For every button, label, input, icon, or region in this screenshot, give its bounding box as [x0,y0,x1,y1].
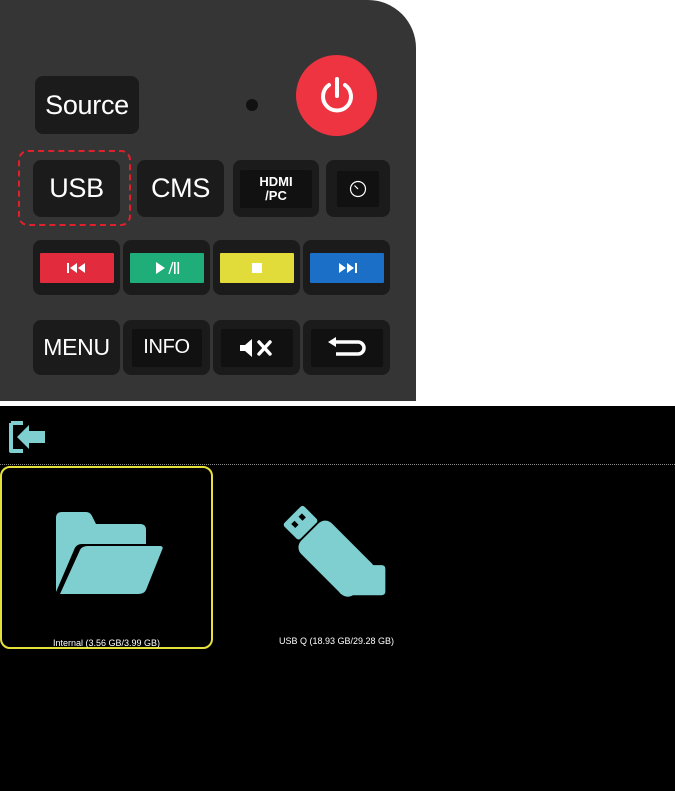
menu-button-label: MENU [43,334,110,360]
play-pause-button[interactable] [123,240,210,295]
source-button[interactable]: Source [35,76,139,134]
stop-key [219,252,294,283]
mute-button[interactable] [213,320,300,375]
power-icon [320,76,353,112]
storage-label-usb: USB Q (18.93 GB/29.28 GB) [278,636,395,646]
hdmi-pc-button-label: HDMI /PC [259,173,293,203]
usb-button[interactable]: USB [33,160,120,217]
folder-icon [56,512,163,594]
next-button[interactable] [303,240,390,295]
stop-button[interactable] [213,240,300,295]
usb-button-label: USB [49,173,104,203]
hdmi-pc-button[interactable]: HDMI /PC [233,160,319,217]
media-browser-screen: Internal (3.56 GB/3.99 GB) USB Q (18.93 … [0,406,675,791]
play-pause-key [129,252,204,283]
skip-back-icon [66,262,85,273]
power-button[interactable] [296,55,377,136]
cms-button[interactable]: CMS [137,160,224,217]
return-icon [327,336,366,356]
previous-button[interactable] [33,240,120,295]
timer-button[interactable] [326,160,390,217]
storage-item-internal[interactable]: Internal (3.56 GB/3.99 GB) [0,466,213,649]
source-button-label: Source [45,89,129,120]
previous-key [39,252,114,283]
menu-button[interactable]: MENU [33,320,120,375]
mute-icon [239,338,272,357]
remote-control: Source USB CMS HDMI /PC MENU INFO [0,0,416,401]
header-divider [0,464,675,465]
storage-item-usb[interactable]: USB Q (18.93 GB/29.28 GB) [230,466,443,649]
next-key [309,252,384,283]
cms-button-label: CMS [150,173,211,203]
ir-sensor [246,99,258,111]
exit-icon[interactable] [7,420,47,454]
return-button[interactable] [303,320,390,375]
info-button-label: INFO [143,336,190,358]
skip-forward-icon [338,262,357,273]
timer-icon [349,180,367,197]
stop-icon [251,262,262,273]
info-button[interactable]: INFO [123,320,210,375]
storage-label-internal: Internal (3.56 GB/3.99 GB) [52,638,161,648]
play-pause-icon [155,261,179,274]
usb-drive-icon [283,505,386,597]
